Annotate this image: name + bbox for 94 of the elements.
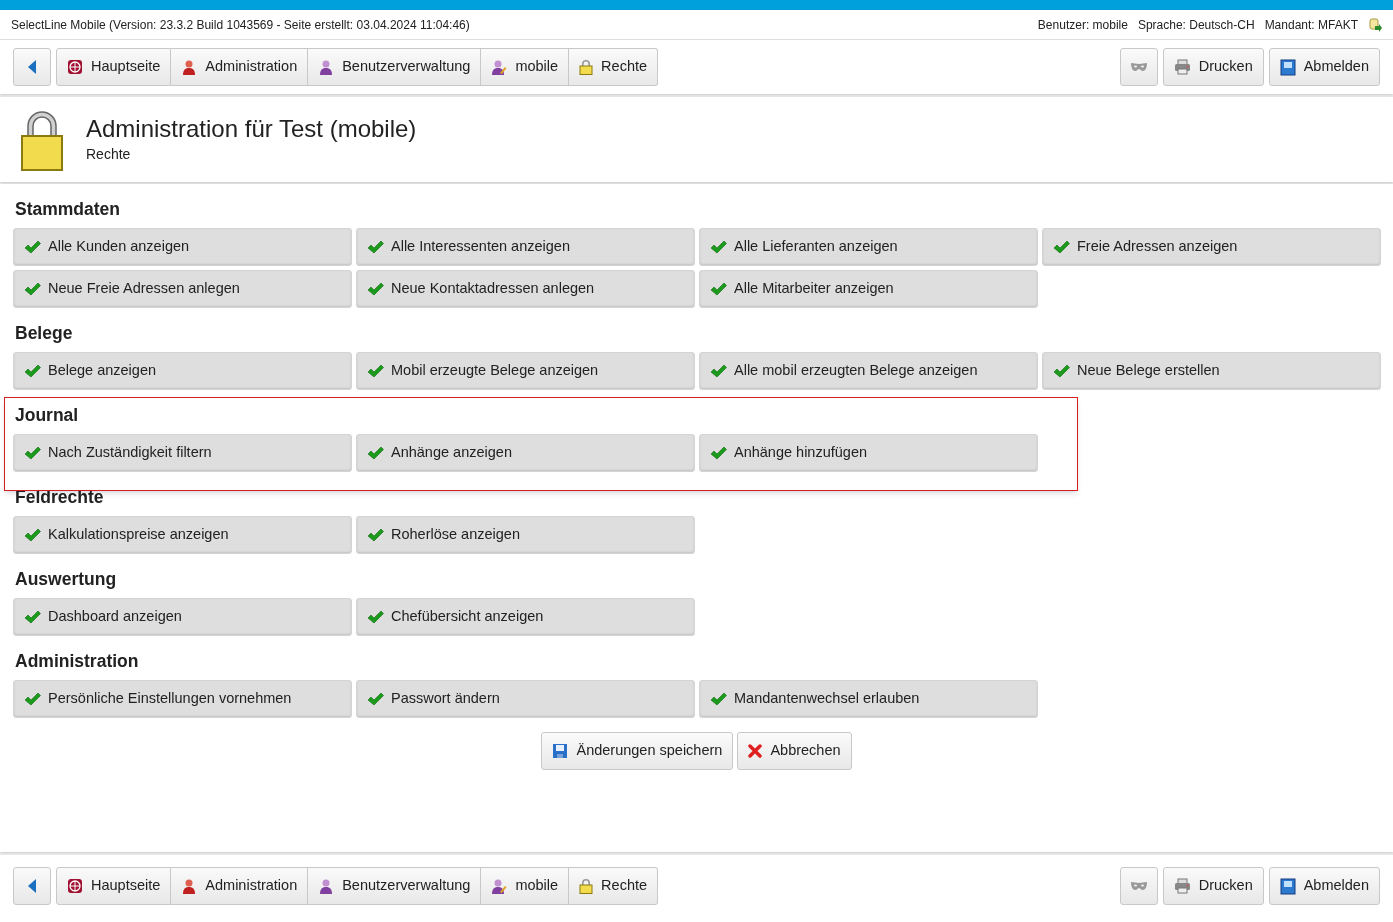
globe-icon xyxy=(67,878,83,894)
permission-toggle[interactable]: Alle Lieferanten anzeigen xyxy=(699,228,1038,266)
checkmark-icon xyxy=(710,282,727,296)
breadcrumb-link[interactable]: Hauptseite xyxy=(56,48,172,86)
mask-button[interactable] xyxy=(1119,48,1158,86)
breadcrumb-link[interactable]: mobile xyxy=(481,48,570,86)
padlock-icon xyxy=(579,59,594,75)
breadcrumb-link[interactable]: Benutzerverwaltung xyxy=(308,48,482,86)
person-icon xyxy=(318,59,335,75)
page-subtitle: Rechte xyxy=(86,145,132,164)
breadcrumb-link[interactable]: Hauptseite xyxy=(56,867,172,905)
checkmark-icon xyxy=(24,692,41,706)
section-heading: Belege xyxy=(14,322,74,345)
checkmark-icon xyxy=(367,364,384,378)
breadcrumb-link[interactable]: Administration xyxy=(171,48,309,86)
permission-toggle[interactable]: Neue Belege erstellen xyxy=(1042,352,1381,390)
permission-toggle[interactable]: Roherlöse anzeigen xyxy=(356,516,695,554)
printer-icon xyxy=(1173,59,1191,75)
breadcrumb-link[interactable]: Administration xyxy=(171,867,309,905)
permission-toggle[interactable]: Chefübersicht anzeigen xyxy=(356,598,695,636)
checkmark-icon xyxy=(367,692,384,706)
person-icon xyxy=(318,878,335,894)
section-heading: Journal xyxy=(14,404,80,427)
print-button[interactable]: Drucken xyxy=(1162,867,1264,905)
checkmark-icon xyxy=(367,446,384,460)
globe-icon xyxy=(67,59,83,75)
section-heading: Administration xyxy=(14,650,140,673)
padlock-icon xyxy=(579,878,594,894)
breadcrumb-link[interactable]: Rechte xyxy=(569,867,659,905)
logout-button[interactable]: Abmelden xyxy=(1268,48,1380,86)
checkmark-icon xyxy=(367,240,384,254)
checkmark-icon xyxy=(24,240,41,254)
permission-toggle[interactable]: Alle Interessenten anzeigen xyxy=(356,228,695,266)
permission-toggle[interactable]: Mandantenwechsel erlauben xyxy=(699,680,1038,718)
page-title: Administration für Test (mobile) xyxy=(86,114,417,144)
permission-toggle[interactable]: Belege anzeigen xyxy=(13,352,352,390)
section-heading: Stammdaten xyxy=(14,198,122,221)
permission-toggle[interactable]: Kalkulationspreise anzeigen xyxy=(13,516,352,554)
breadcrumb-link[interactable]: mobile xyxy=(481,867,570,905)
person-icon xyxy=(181,59,198,75)
permission-toggle[interactable]: Anhänge anzeigen xyxy=(356,434,695,472)
print-button[interactable]: Drucken xyxy=(1162,48,1264,86)
back-button[interactable] xyxy=(13,867,51,905)
person-pencil-icon xyxy=(491,878,508,894)
logout-button[interactable]: Abmelden xyxy=(1268,867,1380,905)
checkmark-icon xyxy=(710,446,727,460)
printer-icon xyxy=(1173,878,1191,894)
checkmark-icon xyxy=(367,610,384,624)
permission-toggle[interactable]: Alle mobil erzeugten Belege anzeigen xyxy=(699,352,1038,390)
mask-button[interactable] xyxy=(1119,867,1158,905)
permission-toggle[interactable]: Anhänge hinzufügen xyxy=(699,434,1038,472)
checkmark-icon xyxy=(367,282,384,296)
back-arrow-icon xyxy=(27,59,37,75)
checkmark-icon xyxy=(24,610,41,624)
permission-toggle[interactable]: Neue Freie Adressen anlegen xyxy=(13,270,352,308)
permission-toggle[interactable]: Passwort ändern xyxy=(356,680,695,718)
checkmark-icon xyxy=(24,282,41,296)
checkmark-icon xyxy=(710,240,727,254)
mask-icon xyxy=(1129,881,1148,891)
mask-icon xyxy=(1129,62,1148,72)
client-switch-icon[interactable] xyxy=(1368,16,1382,33)
save-button[interactable]: Änderungen speichern xyxy=(541,732,734,770)
checkmark-icon xyxy=(24,528,41,542)
checkmark-icon xyxy=(710,364,727,378)
version-info: SelectLine Mobile (Version: 23.3.2 Build 1043569 - Seite erstellt: 03.04.2024 11:04:46) xyxy=(11,16,470,34)
permission-toggle[interactable]: Alle Mitarbeiter anzeigen xyxy=(699,270,1038,308)
breadcrumb-link[interactable]: Rechte xyxy=(569,48,659,86)
person-pencil-icon xyxy=(491,59,508,75)
person-icon xyxy=(181,878,198,894)
section-heading: Feldrechte xyxy=(14,486,105,509)
checkmark-icon xyxy=(1053,364,1070,378)
permission-toggle[interactable]: Persönliche Einstellungen vornehmen xyxy=(13,680,352,718)
checkmark-icon xyxy=(367,528,384,542)
permission-toggle[interactable]: Dashboard anzeigen xyxy=(13,598,352,636)
checkmark-icon xyxy=(1053,240,1070,254)
section-heading: Auswertung xyxy=(14,568,118,591)
cross-icon xyxy=(748,744,763,758)
door-icon xyxy=(1279,877,1296,895)
permission-toggle[interactable]: Alle Kunden anzeigen xyxy=(13,228,352,266)
permission-toggle[interactable]: Mobil erzeugte Belege anzeigen xyxy=(356,352,695,390)
back-arrow-icon xyxy=(27,878,37,894)
permission-toggle[interactable]: Nach Zuständigkeit filtern xyxy=(13,434,352,472)
permission-toggle[interactable]: Freie Adressen anzeigen xyxy=(1042,228,1381,266)
checkmark-icon xyxy=(24,364,41,378)
client-info: Mandant: MFAKT xyxy=(1264,16,1358,34)
door-icon xyxy=(1279,58,1296,76)
breadcrumb-link[interactable]: Benutzerverwaltung xyxy=(308,867,482,905)
back-button[interactable] xyxy=(13,48,51,86)
language-info: Sprache: Deutsch-CH xyxy=(1137,16,1255,34)
checkmark-icon xyxy=(24,446,41,460)
user-info: Benutzer: mobile xyxy=(1037,16,1128,34)
cancel-button[interactable]: Abbrechen xyxy=(737,732,852,770)
checkmark-icon xyxy=(710,692,727,706)
permission-toggle[interactable]: Neue Kontaktadressen anlegen xyxy=(356,270,695,308)
